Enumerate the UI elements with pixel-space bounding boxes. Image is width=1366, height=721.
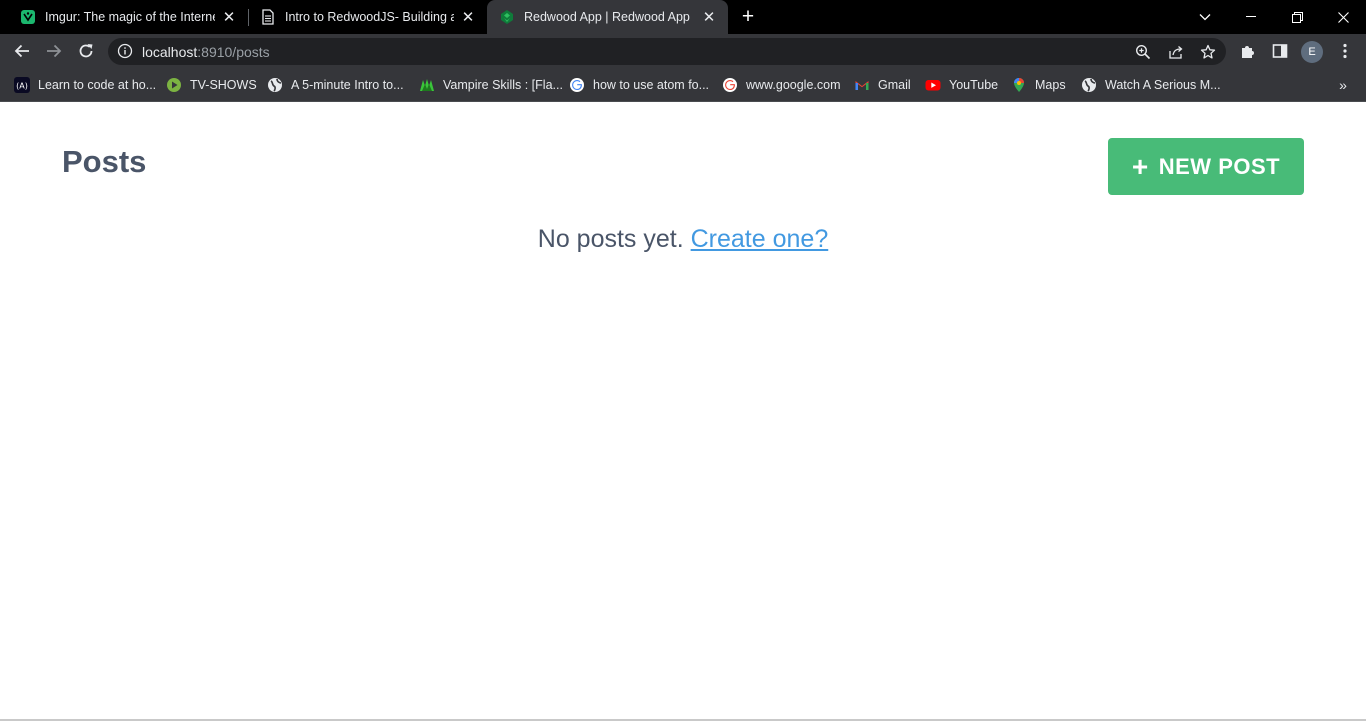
reload-icon <box>79 44 93 58</box>
gmail-icon <box>854 77 870 93</box>
imgur-icon <box>20 9 36 25</box>
page-title: Posts <box>62 144 147 179</box>
share-icon[interactable] <box>1167 43 1185 61</box>
bookmark-label: A 5-minute Intro to... <box>291 78 404 92</box>
document-icon <box>260 9 276 25</box>
bookmark-label: Learn to code at ho... <box>38 78 157 92</box>
tab-title: Intro to RedwoodJS- Building a D <box>285 10 454 24</box>
google-icon <box>569 77 585 93</box>
google-icon <box>722 77 738 93</box>
url-host: localhost <box>142 44 198 60</box>
close-icon[interactable]: ✕ <box>221 9 237 26</box>
info-icon[interactable] <box>117 43 133 59</box>
kebab-menu-icon <box>1343 43 1347 59</box>
tab-title: Imgur: The magic of the Internet <box>45 10 215 24</box>
close-icon[interactable]: ✕ <box>701 9 717 26</box>
tab-redwood-app[interactable]: Redwood App | Redwood App ✕ <box>487 0 728 34</box>
side-panel-button[interactable] <box>1267 38 1293 64</box>
bookmark-freecodecamp[interactable]: (A) Learn to code at ho... <box>14 69 156 101</box>
bookmark-gmail[interactable]: Gmail <box>854 69 911 101</box>
extensions-button[interactable] <box>1235 38 1261 64</box>
youtube-icon <box>925 77 941 93</box>
bookmark-how-to-use-atom[interactable]: how to use atom fo... <box>569 69 709 101</box>
forward-button[interactable] <box>41 38 67 64</box>
bookmark-label: www.google.com <box>746 78 841 92</box>
page-content: Posts + NEW POST No posts yet. Create on… <box>0 103 1366 719</box>
bookmark-label: Vampire Skills : [Fla... <box>443 78 563 92</box>
bookmark-label: TV-SHOWS <box>190 78 257 92</box>
tab-redwoodjs-intro[interactable]: Intro to RedwoodJS- Building a D ✕ <box>248 0 487 34</box>
plus-icon: + <box>1131 150 1149 182</box>
menu-button[interactable] <box>1332 38 1358 64</box>
svg-text:(A): (A) <box>16 82 28 91</box>
globe-icon <box>267 77 283 93</box>
bookmark-vampire-skills[interactable]: Vampire Skills : [Fla... <box>419 69 563 101</box>
bookmark-label: YouTube <box>949 78 999 92</box>
tab-search-button[interactable] <box>1182 0 1228 34</box>
bookmark-maps[interactable]: Maps <box>1011 69 1066 101</box>
minimize-button[interactable] <box>1228 0 1274 34</box>
tab-strip: Imgur: The magic of the Internet ✕ Intro… <box>0 0 1366 34</box>
bookmark-label: Gmail <box>878 78 911 92</box>
bookmark-label: how to use atom fo... <box>593 78 710 92</box>
tab-imgur[interactable]: Imgur: The magic of the Internet ✕ <box>0 0 248 34</box>
browser-toolbar: localhost:8910/posts E <box>0 34 1366 69</box>
maps-icon <box>1011 77 1027 93</box>
empty-state: No posts yet. Create one? <box>0 225 1366 254</box>
bookmark-5-minute-intro[interactable]: A 5-minute Intro to... <box>267 69 404 101</box>
puzzle-icon <box>1242 46 1254 58</box>
bookmarks-overflow-button[interactable]: » <box>1334 76 1352 94</box>
arrow-right-icon <box>47 44 62 58</box>
play-circle-icon <box>166 77 182 93</box>
url-path: :8910/posts <box>197 44 270 60</box>
globe-icon <box>1081 77 1097 93</box>
star-icon[interactable] <box>1199 43 1217 61</box>
close-icon[interactable]: ✕ <box>460 9 476 26</box>
side-panel-icon <box>1272 44 1288 58</box>
zoom-icon[interactable] <box>1134 43 1152 61</box>
new-post-button[interactable]: + NEW POST <box>1108 138 1304 195</box>
restore-icon <box>1291 11 1303 23</box>
freecodecamp-icon: (A) <box>14 77 30 93</box>
redwood-icon <box>499 9 515 25</box>
bookmark-google[interactable]: www.google.com <box>722 69 841 101</box>
arrow-left-icon <box>14 44 29 58</box>
bookmark-tv-shows[interactable]: TV-SHOWS <box>166 69 257 101</box>
window-close-button[interactable] <box>1320 0 1366 34</box>
new-post-label: NEW POST <box>1158 153 1281 179</box>
address-bar[interactable]: localhost:8910/posts <box>108 38 1226 65</box>
profile-avatar[interactable]: E <box>1301 41 1323 63</box>
bookmark-label: Maps <box>1035 78 1066 92</box>
chevron-down-icon <box>1199 14 1211 21</box>
restore-button[interactable] <box>1274 0 1320 34</box>
bookmark-watch-a-serious[interactable]: Watch A Serious M... <box>1081 69 1221 101</box>
bookmarks-bar: (A) Learn to code at ho... TV-SHOWS A 5-… <box>0 69 1366 102</box>
new-tab-button[interactable]: + <box>737 6 759 29</box>
back-button[interactable] <box>9 38 35 64</box>
tab-title: Redwood App | Redwood App <box>524 10 690 24</box>
bookmark-label: Watch A Serious M... <box>1105 78 1221 92</box>
address-url[interactable]: localhost:8910/posts <box>142 44 270 60</box>
bookmark-youtube[interactable]: YouTube <box>925 69 998 101</box>
vampire-icon <box>419 77 435 93</box>
minimize-icon <box>1246 16 1256 17</box>
reload-button[interactable] <box>73 38 99 64</box>
create-post-link[interactable]: Create one? <box>691 225 829 253</box>
empty-state-text: No posts yet. <box>537 225 684 253</box>
close-icon <box>1337 11 1349 23</box>
